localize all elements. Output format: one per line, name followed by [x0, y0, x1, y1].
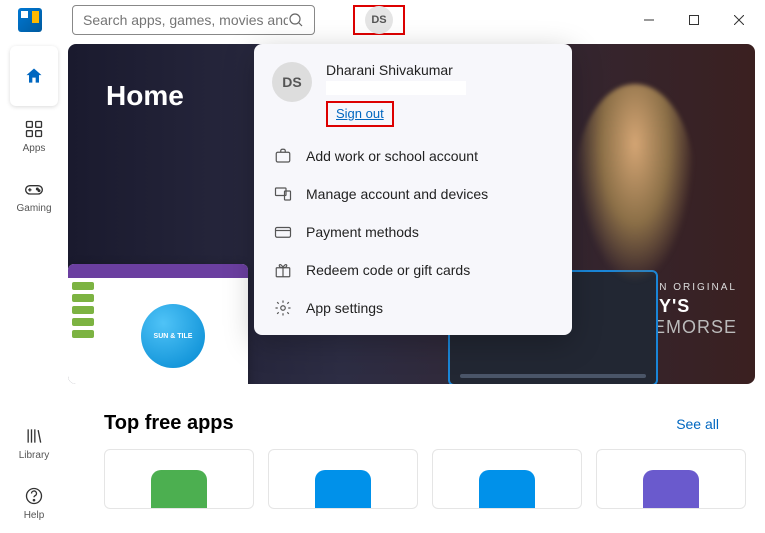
- gear-icon: [274, 299, 292, 317]
- apps-icon: [24, 119, 44, 139]
- gift-icon: [274, 261, 292, 279]
- home-icon: [24, 66, 44, 86]
- menu-redeem[interactable]: Redeem code or gift cards: [254, 251, 572, 289]
- search-input[interactable]: [83, 12, 288, 28]
- nav-library[interactable]: Library: [10, 413, 58, 473]
- see-all-link[interactable]: See all: [676, 416, 719, 432]
- signout-highlight: Sign out: [326, 101, 394, 127]
- nav-apps[interactable]: Apps: [10, 106, 58, 166]
- gaming-icon: [24, 179, 44, 199]
- nav-help[interactable]: Help: [10, 473, 58, 533]
- scroll-indicator: [460, 374, 646, 378]
- app-card[interactable]: [596, 449, 746, 509]
- menu-item-label: App settings: [306, 300, 383, 316]
- nav-label: Library: [19, 450, 50, 461]
- menu-add-account[interactable]: Add work or school account: [254, 137, 572, 175]
- nav-label: Apps: [23, 143, 46, 154]
- account-email-redacted: [326, 81, 466, 95]
- card-icon: [274, 223, 292, 241]
- top-free-apps-row: [104, 449, 755, 509]
- app-card[interactable]: [268, 449, 418, 509]
- menu-item-label: Manage account and devices: [306, 186, 488, 202]
- sidebar: Apps Gaming Library Help: [0, 40, 68, 533]
- menu-item-label: Payment methods: [306, 224, 419, 240]
- account-menu: DS Dharani Shivakumar Sign out Add work …: [254, 44, 572, 335]
- store-app-icon: [18, 8, 42, 32]
- menu-item-label: Redeem code or gift cards: [306, 262, 470, 278]
- briefcase-icon: [274, 147, 292, 165]
- app-card[interactable]: [432, 449, 582, 509]
- close-button[interactable]: [716, 5, 761, 35]
- search-bar[interactable]: [72, 5, 315, 35]
- nav-home[interactable]: [10, 46, 58, 106]
- help-icon: [24, 486, 44, 506]
- suntile-badge: SUN & TILE: [141, 304, 205, 368]
- account-button-highlight: DS: [353, 5, 405, 35]
- account-name: Dharani Shivakumar: [326, 62, 554, 78]
- maximize-button[interactable]: [671, 5, 716, 35]
- nav-gaming[interactable]: Gaming: [10, 166, 58, 226]
- search-icon[interactable]: [288, 12, 304, 28]
- menu-item-label: Add work or school account: [306, 148, 478, 164]
- minimize-button[interactable]: [626, 5, 671, 35]
- nav-label: Gaming: [16, 203, 51, 214]
- menu-manage-account[interactable]: Manage account and devices: [254, 175, 572, 213]
- nav-label: Help: [24, 510, 45, 521]
- menu-avatar: DS: [272, 62, 312, 102]
- menu-settings[interactable]: App settings: [254, 289, 572, 327]
- signout-link[interactable]: Sign out: [336, 106, 384, 121]
- library-icon: [24, 426, 44, 446]
- menu-payment[interactable]: Payment methods: [254, 213, 572, 251]
- featured-app-thumb[interactable]: SUN & TILE: [68, 264, 248, 384]
- account-avatar-button[interactable]: DS: [365, 6, 393, 34]
- devices-icon: [274, 185, 292, 203]
- section-title: Top free apps: [104, 412, 234, 435]
- app-card[interactable]: [104, 449, 254, 509]
